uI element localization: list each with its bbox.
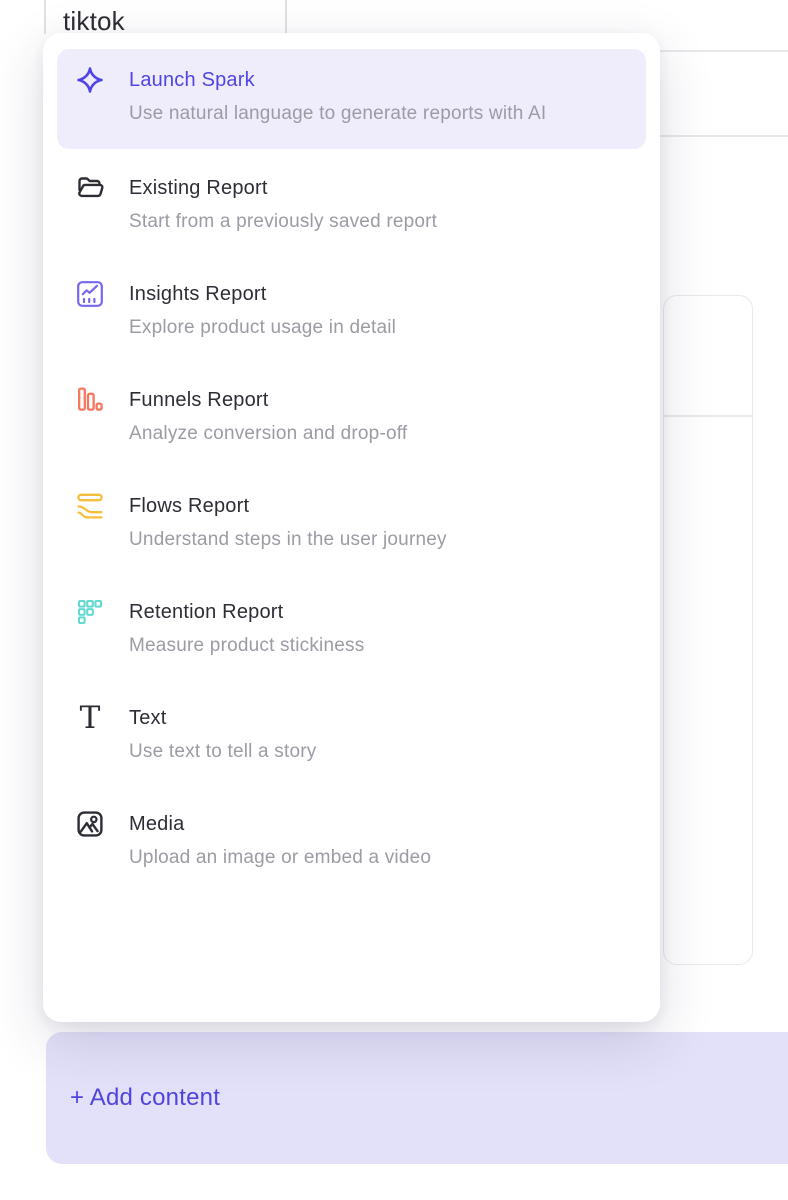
menu-item-description: Explore product usage in detail — [129, 309, 642, 347]
menu-item-title: Retention Report — [129, 597, 642, 627]
menu-item-title: Text — [129, 703, 642, 733]
menu-item-title: Existing Report — [129, 173, 642, 203]
menu-item-description: Analyze conversion and drop-off — [129, 415, 642, 453]
add-content-menu: Launch Spark Use natural language to gen… — [43, 33, 660, 1022]
add-content-label: + Add content — [46, 1084, 220, 1112]
menu-item-media[interactable]: Media Upload an image or embed a video — [57, 809, 646, 877]
menu-item-launch-spark[interactable]: Launch Spark Use natural language to gen… — [57, 49, 646, 149]
menu-item-title: Media — [129, 809, 642, 839]
menu-item-description: Use natural language to generate reports… — [129, 95, 581, 133]
media-image-icon — [75, 809, 105, 839]
menu-item-description: Measure product stickiness — [129, 627, 642, 665]
menu-item-retention-report[interactable]: Retention Report Measure product stickin… — [57, 597, 646, 665]
menu-item-description: Understand steps in the user journey — [129, 521, 642, 559]
menu-item-title: Insights Report — [129, 279, 642, 309]
background-grid-line — [44, 0, 46, 34]
funnel-bars-icon — [75, 385, 105, 415]
insights-chart-icon — [75, 279, 105, 309]
text-icon: T — [75, 703, 105, 733]
spark-icon — [75, 65, 105, 95]
background-report-card — [663, 295, 753, 965]
menu-item-title: Funnels Report — [129, 385, 642, 415]
menu-item-description: Start from a previously saved report — [129, 203, 642, 241]
card-divider — [664, 415, 752, 417]
menu-item-title: Flows Report — [129, 491, 642, 521]
menu-item-description: Use text to tell a story — [129, 733, 642, 771]
flows-wave-icon — [75, 491, 105, 521]
retention-grid-icon — [75, 597, 105, 627]
menu-item-text[interactable]: T Text Use text to tell a story — [57, 703, 646, 771]
menu-item-funnels-report[interactable]: Funnels Report Analyze conversion and dr… — [57, 385, 646, 453]
menu-item-description: Upload an image or embed a video — [129, 839, 642, 877]
menu-item-flows-report[interactable]: Flows Report Understand steps in the use… — [57, 491, 646, 559]
menu-item-title: Launch Spark — [129, 65, 628, 95]
menu-item-existing-report[interactable]: Existing Report Start from a previously … — [57, 173, 646, 241]
menu-item-insights-report[interactable]: Insights Report Explore product usage in… — [57, 279, 646, 347]
add-content-button[interactable]: + Add content — [46, 1032, 788, 1164]
folder-open-icon — [75, 173, 105, 203]
